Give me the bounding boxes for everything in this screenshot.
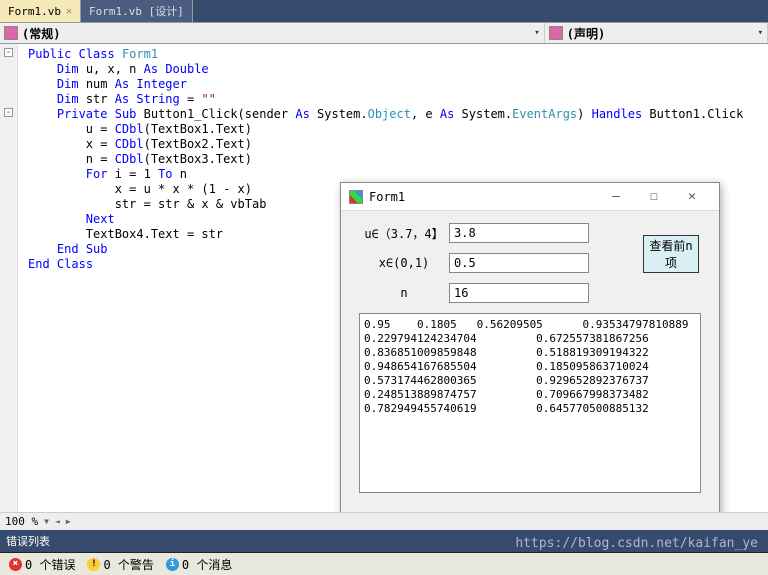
input-x[interactable] — [449, 253, 589, 273]
output-textbox[interactable]: 0.95 0.1805 0.56209505 0.93534797810889 … — [359, 313, 701, 493]
view-n-button[interactable]: 查看前n项 — [643, 235, 699, 273]
collapse-icon[interactable]: - — [4, 108, 13, 117]
error-list-body: ✖ 0 个错误 ! 0 个警告 i 0 个消息 — [0, 553, 768, 575]
chevron-down-icon: ▾ — [758, 28, 763, 38]
tab-form1-code[interactable]: Form1.vb ✕ — [0, 0, 81, 22]
app-icon — [349, 190, 363, 204]
member-dropdown[interactable]: (声明) ▾ — [545, 23, 768, 43]
input-u[interactable] — [449, 223, 589, 243]
tab-label: Form1.vb [设计] — [89, 3, 184, 19]
tab-label: Form1.vb — [8, 5, 61, 18]
dropdown-label: (声明) — [567, 25, 605, 42]
info-icon: i — [166, 558, 179, 571]
nav-right-icon[interactable]: ▶ — [66, 517, 71, 526]
close-icon[interactable]: ✕ — [673, 189, 711, 204]
chevron-down-icon: ▾ — [534, 28, 539, 38]
label-n: n — [359, 286, 449, 300]
messages-count[interactable]: i 0 个消息 — [161, 555, 237, 574]
ide-window: Form1.vb ✕ Form1.vb [设计] (常规) ▾ (声明) ▾ -… — [0, 0, 768, 575]
vb-icon — [549, 26, 563, 40]
member-dropdown-bar: (常规) ▾ (声明) ▾ — [0, 22, 768, 44]
warning-icon: ! — [87, 558, 100, 571]
zoom-bar: 100 % ▼ ◄ ▶ — [0, 512, 768, 530]
class-dropdown[interactable]: (常规) ▾ — [0, 23, 545, 43]
tab-bar: Form1.vb ✕ Form1.vb [设计] — [0, 0, 768, 22]
tab-form1-design[interactable]: Form1.vb [设计] — [81, 0, 193, 22]
maximize-icon[interactable]: ☐ — [635, 189, 673, 204]
error-list-header[interactable]: 错误列表 — [0, 530, 768, 553]
code-editor[interactable]: - - Public Class Form1 Dim u, x, n As Do… — [0, 44, 768, 512]
label-x: x∈(0,1) — [359, 256, 449, 270]
form1-window[interactable]: Form1 — ☐ ✕ u∈（3.7，4】 x∈(0,1) n 0.95 — [340, 182, 720, 512]
zoom-value[interactable]: 100 % — [5, 515, 38, 528]
collapse-icon[interactable]: - — [4, 48, 13, 57]
gutter: - - — [0, 44, 18, 512]
vb-icon — [4, 26, 18, 40]
form-titlebar[interactable]: Form1 — ☐ ✕ — [341, 183, 719, 211]
form-title: Form1 — [369, 190, 597, 204]
close-icon[interactable]: ✕ — [66, 6, 72, 17]
nav-left-icon[interactable]: ◄ — [55, 517, 60, 526]
warnings-count[interactable]: ! 0 个警告 — [82, 555, 158, 574]
dropdown-label: (常规) — [22, 25, 60, 42]
errors-count[interactable]: ✖ 0 个错误 — [4, 555, 80, 574]
label-u: u∈（3.7，4】 — [359, 225, 449, 242]
minimize-icon[interactable]: — — [597, 189, 635, 204]
error-icon: ✖ — [9, 558, 22, 571]
input-n[interactable] — [449, 283, 589, 303]
